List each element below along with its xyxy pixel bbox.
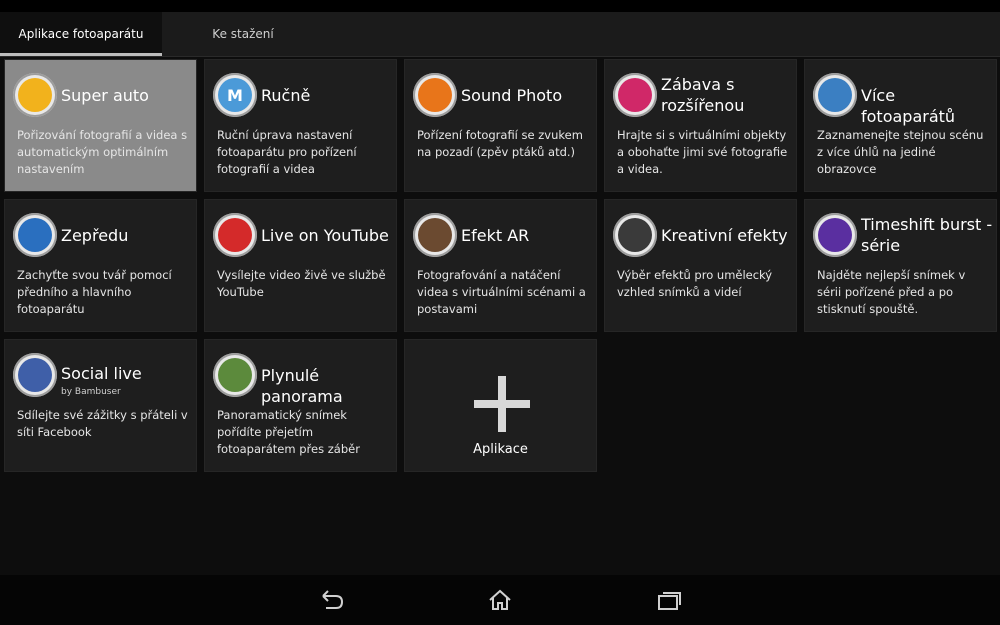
app-description: Panoramatický snímek pořídíte přejetím f… — [217, 408, 360, 456]
app-title: Efekt AR — [461, 226, 530, 245]
back-icon[interactable] — [319, 588, 345, 612]
panorama-icon — [213, 353, 257, 397]
sound-photo-icon — [413, 73, 457, 117]
m-letter-icon: M — [213, 73, 257, 117]
multi-camera-icon — [813, 73, 857, 117]
app-tile[interactable]: Efekt AR Fotografování a natáčení videa s… — [404, 199, 597, 332]
app-description: Hrajte si s virtuálními objekty a obohať… — [617, 128, 788, 176]
app-description: Zaznamenejte stejnou scénu z více úhlů n… — [817, 128, 984, 176]
app-description: Sdílejte své zážitky s přáteli v síti Fa… — [17, 408, 188, 439]
app-tile[interactable]: Kreativní efekty Výběr efektů pro uměleck… — [604, 199, 797, 332]
add-apps-label: Aplikace — [473, 442, 528, 457]
camera-plus-icon — [13, 73, 57, 117]
social-broadcast-icon — [13, 353, 57, 397]
app-tile[interactable]: Timeshift burst - série Najděte nejlepší … — [804, 199, 997, 332]
app-title: Kreativní efekty — [661, 226, 788, 245]
app-title: Social live — [61, 364, 142, 383]
app-tile[interactable]: Více fotoaparátů Zaznamenejte stejnou scé… — [804, 59, 997, 192]
app-tile[interactable]: M Ručně Ruční úprava nastavení fotoaparátu… — [204, 59, 397, 192]
app-description: Vysílejte video živě ve službě YouTube — [217, 268, 386, 299]
app-description: Ruční úprava nastavení fotoaparátu pro p… — [217, 128, 357, 176]
app-title: Zepředu — [61, 226, 129, 245]
app-title: Super auto — [61, 86, 149, 105]
palette-icon — [613, 213, 657, 257]
app-description: Najděte nejlepší snímek v sérii pořízené… — [817, 268, 966, 316]
app-tile[interactable]: Live on YouTube Vysílejte video živě ve s… — [204, 199, 397, 332]
app-title: Timeshift burst - série — [861, 215, 993, 255]
app-description: Zachyťte svou tvář pomocí předního a hla… — [17, 268, 172, 316]
app-title: Live on YouTube — [261, 226, 389, 245]
front-camera-icon — [13, 213, 57, 257]
add-apps-tile[interactable]: Aplikace — [404, 339, 597, 472]
app-description: Výběr efektů pro umělecký vzhled snímků … — [617, 268, 773, 299]
tab-downloads[interactable]: Ke stažení — [162, 12, 324, 56]
app-title: Sound Photo — [461, 86, 563, 105]
app-title: Plynulé panorama — [261, 366, 343, 406]
home-icon[interactable] — [487, 588, 513, 612]
app-tile[interactable]: Sound Photo Pořízení fotografií se zvukem… — [404, 59, 597, 192]
app-description: Pořizování fotografií a videa s automati… — [17, 128, 188, 176]
app-tile[interactable]: Zábava s rozšířenou Hrajte si s virtuální… — [604, 59, 797, 192]
app-tile[interactable]: Plynulé panorama Panoramatický snímek poř… — [204, 339, 397, 472]
app-title: Zábava s rozšířenou — [661, 75, 745, 115]
app-description: Pořízení fotografií se zvukem na pozadí … — [417, 128, 583, 159]
timer-icon — [813, 213, 857, 257]
dinosaur-icon — [413, 213, 457, 257]
plus-icon — [474, 376, 530, 432]
navigation-bar — [0, 575, 1000, 625]
broadcast-icon — [213, 213, 257, 257]
tab-camera-apps[interactable]: Aplikace fotoaparátu — [0, 12, 162, 56]
colorful-balls-icon — [613, 73, 657, 117]
recents-icon[interactable] — [656, 588, 682, 612]
app-tile[interactable]: Super auto Pořizování fotografií a videa … — [4, 59, 197, 192]
status-bar — [0, 0, 1000, 12]
app-subtitle: by Bambuser — [61, 387, 121, 397]
tab-bar: Aplikace fotoaparátu Ke stažení — [0, 12, 1000, 57]
app-title: Více fotoaparátů — [861, 86, 956, 126]
app-description: Fotografování a natáčení videa s virtuál… — [417, 268, 586, 316]
app-tile[interactable]: Zepředu Zachyťte svou tvář pomocí předníh… — [4, 199, 197, 332]
app-title: Ručně — [261, 86, 311, 105]
app-tile[interactable]: Social live by Bambuser Sdílejte své zážit… — [4, 339, 197, 472]
